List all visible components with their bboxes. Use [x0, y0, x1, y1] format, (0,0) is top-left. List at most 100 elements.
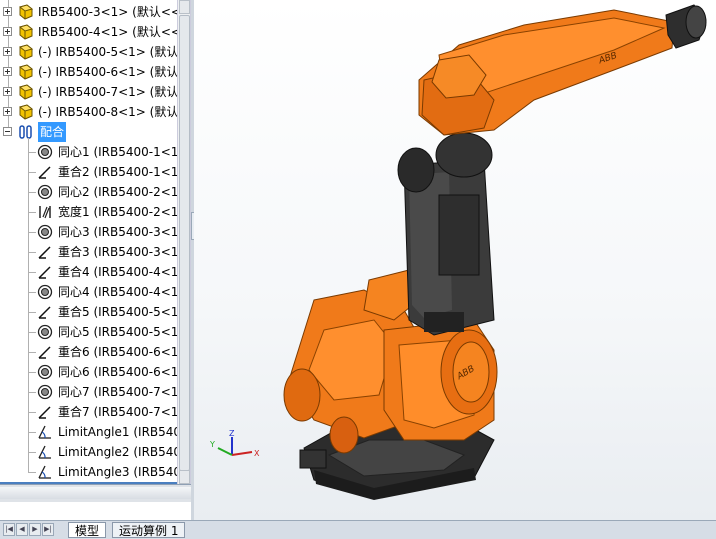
tree-branch [28, 412, 36, 413]
tab-motion-study-1[interactable]: 运动算例 1 [112, 522, 186, 538]
coincident-mate-icon [37, 344, 53, 360]
mate-label: 同心3 (IRB5400-3<1 [58, 225, 177, 239]
mate-label: 同心6 (IRB5400-6<1 [58, 365, 177, 379]
tree-item-component[interactable]: (-) IRB5400-8<1> (默认<< [0, 102, 177, 122]
mate-label: 同心2 (IRB5400-2<1 [58, 185, 177, 199]
horizontal-scroll-track[interactable] [0, 487, 191, 499]
limit-angle-mate-icon [37, 464, 53, 480]
expand-toggle[interactable] [3, 27, 12, 36]
component-icon [18, 84, 34, 100]
tree-branch [28, 272, 36, 273]
component-icon [18, 4, 34, 20]
coincident-mate-icon [37, 244, 53, 260]
tab-first-button[interactable]: |◀ [3, 523, 15, 536]
mate-label: 同心7 (IRB5400-7<1 [58, 385, 177, 399]
mate-label: 重合2 (IRB5400-1<1 [58, 165, 177, 179]
scroll-up-button[interactable] [179, 0, 190, 14]
component-icon [18, 104, 34, 120]
tab-last-button[interactable]: ▶| [42, 523, 54, 536]
tree-horizontal-scrollbar[interactable] [0, 484, 191, 502]
tab-prev-button[interactable]: ◀ [16, 523, 28, 536]
triad-y-label: Y [209, 440, 215, 449]
mate-label: 重合3 (IRB5400-3<1 [58, 245, 177, 259]
coincident-mate-icon [37, 164, 53, 180]
tree-item-component[interactable]: IRB5400-3<1> (默认<<默 [0, 2, 177, 22]
tree-item-label: (-) IRB5400-8<1> (默认<< [38, 105, 177, 119]
triad-x-label: X [254, 449, 260, 458]
tree-item-mate[interactable]: LimitAngle1 (IRB5400 [0, 422, 177, 442]
scroll-down-button[interactable] [179, 470, 190, 484]
tree-item-label: (-) IRB5400-7<1> (默认<< [38, 85, 177, 99]
tab-next-button[interactable]: ▶ [29, 523, 41, 536]
concentric-mate-icon [37, 384, 53, 400]
tree-item-mate[interactable]: 同心5 (IRB5400-5<1 [0, 322, 177, 342]
tree-item-mate[interactable]: 重合6 (IRB5400-6<1 [0, 342, 177, 362]
tree-branch [28, 372, 36, 373]
expand-toggle[interactable] [3, 87, 12, 96]
tree-item-mate[interactable]: LimitAngle2 (IRB5400 [0, 442, 177, 462]
mate-label: LimitAngle1 (IRB5400 [58, 425, 177, 439]
tab-model[interactable]: 模型 [68, 522, 107, 538]
tree-item-label: (-) IRB5400-6<1> (默认<< [38, 65, 177, 79]
component-icon [18, 64, 34, 80]
tree-branch [28, 292, 36, 293]
mate-label: 重合7 (IRB5400-7<1 [58, 405, 177, 419]
tree-branch [28, 152, 36, 153]
graphics-viewport[interactable]: ABB ABB Z X Y [194, 0, 716, 520]
coordinate-triad: Z X Y [209, 429, 260, 458]
tree-item-mate[interactable]: 重合2 (IRB5400-1<1 [0, 162, 177, 182]
tree-branch [28, 172, 36, 173]
feature-manager-tree[interactable]: IRB5400-3<1> (默认<<默 IRB5400-4<1> (默认<<默 (-… [0, 0, 177, 484]
robot-forearm: ABB [418, 4, 707, 136]
tree-item-label: IRB5400-3<1> (默认<<默 [38, 5, 177, 19]
concentric-mate-icon [37, 364, 53, 380]
tree-branch [28, 212, 36, 213]
tree-item-mate[interactable]: 宽度1 (IRB5400-2<1 [0, 202, 177, 222]
tree-branch [28, 472, 36, 473]
scroll-thumb[interactable] [179, 15, 190, 471]
mate-label: LimitAngle3 (IRB5400 [58, 465, 177, 479]
concentric-mate-icon [37, 144, 53, 160]
tree-item-mate[interactable]: 同心6 (IRB5400-6<1 [0, 362, 177, 382]
tree-item-component[interactable]: (-) IRB5400-7<1> (默认<< [0, 82, 177, 102]
mate-label: LimitAngle2 (IRB5400 [58, 445, 177, 459]
tree-branch [28, 332, 36, 333]
mate-label: 重合6 (IRB5400-6<1 [58, 345, 177, 359]
mate-label: 重合5 (IRB5400-5<1 [58, 305, 177, 319]
expand-toggle[interactable] [3, 107, 12, 116]
tree-item-mate[interactable]: 重合7 (IRB5400-7<1 [0, 402, 177, 422]
tree-item-mate[interactable]: LimitAngle3 (IRB5400 [0, 462, 177, 482]
tree-item-mate[interactable]: 重合4 (IRB5400-4<1 [0, 262, 177, 282]
mate-label: 同心1 (IRB5400-1<1 [58, 145, 177, 159]
expand-toggle[interactable] [3, 67, 12, 76]
coincident-mate-icon [37, 264, 53, 280]
tree-item-mate[interactable]: 同心3 (IRB5400-3<1 [0, 222, 177, 242]
tree-item-mate[interactable]: 同心1 (IRB5400-1<1 [0, 142, 177, 162]
tree-item-mate[interactable]: 同心4 (IRB5400-4<1 [0, 282, 177, 302]
tree-item-mate[interactable]: 同心2 (IRB5400-2<1 [0, 182, 177, 202]
component-icon [18, 44, 34, 60]
collapse-toggle[interactable] [3, 127, 12, 136]
robot-column [397, 132, 495, 336]
component-icon [18, 24, 34, 40]
tree-branch [28, 252, 36, 253]
robot-model-view: ABB ABB Z X Y [209, 4, 707, 500]
tree-item-component[interactable]: (-) IRB5400-5<1> (默认<< [0, 42, 177, 62]
expand-toggle[interactable] [3, 47, 12, 56]
expand-toggle[interactable] [3, 7, 12, 16]
tree-vertical-scrollbar[interactable] [177, 0, 191, 484]
tree-item-mates-folder[interactable]: 配合 [0, 122, 177, 142]
bottom-tab-bar: |◀ ◀ ▶ ▶| 模型 运动算例 1 [0, 520, 716, 539]
mate-label: 同心5 (IRB5400-5<1 [58, 325, 177, 339]
tree-item-component[interactable]: IRB5400-4<1> (默认<<默 [0, 22, 177, 42]
mates-folder-label: 配合 [38, 122, 67, 142]
tree-item-mate[interactable]: 重合5 (IRB5400-5<1 [0, 302, 177, 322]
tree-item-mate[interactable]: 同心7 (IRB5400-7<1 [0, 382, 177, 402]
tree-item-component[interactable]: (-) IRB5400-6<1> (默认<< [0, 62, 177, 82]
coincident-mate-icon [37, 404, 53, 420]
width-mate-icon [37, 204, 53, 220]
tree-item-mate[interactable]: 重合3 (IRB5400-3<1 [0, 242, 177, 262]
limit-angle-mate-icon [37, 424, 53, 440]
mates-folder-icon [18, 124, 34, 140]
tree-branch [28, 312, 36, 313]
